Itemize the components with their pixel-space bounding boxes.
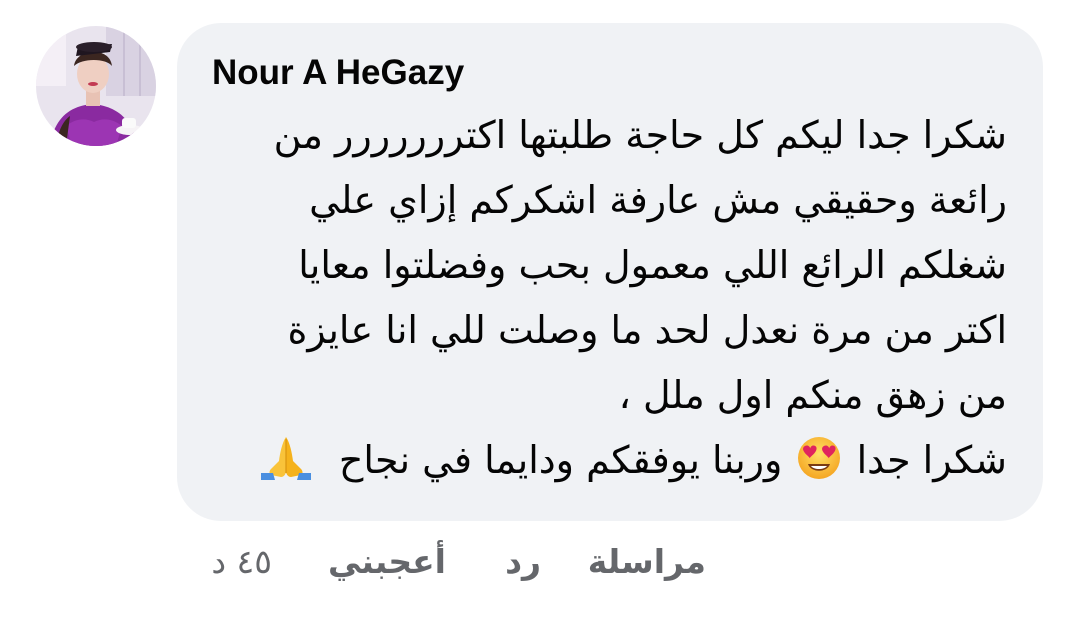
- folded-hands-emoji-icon: [260, 437, 311, 480]
- reply-action-button[interactable]: رد: [505, 542, 541, 581]
- comment-line-segment: شكرا جدا: [856, 438, 1007, 482]
- comment-line: رائعة وحقيقي مش عارفة اشكركم إزاي علي: [309, 178, 1007, 222]
- comment-actions-bar: مراسلة رد أعجبني ٤٥ د: [0, 538, 1080, 598]
- comment-line: من زهق منكم اول ملل ،: [618, 373, 1007, 417]
- message-action-button[interactable]: مراسلة: [588, 542, 706, 581]
- comment-timestamp[interactable]: ٤٥ د: [211, 542, 272, 581]
- comment-bubble: Nour A HeGazy شكرا جدا ليكم كل حاجة طلبت…: [177, 23, 1043, 521]
- comment-line: شكرا جدا ليكم كل حاجة طلبتها اكتررررررر …: [273, 113, 1007, 157]
- comment-line: اكتر من مرة نعدل لحد ما وصلت للي انا عاي…: [287, 308, 1007, 352]
- like-action-button[interactable]: أعجبني: [328, 542, 446, 581]
- author-avatar[interactable]: [36, 26, 156, 146]
- comment-line-segment: وربنا يوفقكم ودايما في نجاح: [338, 438, 783, 482]
- comment-text: شكرا جدا ليكم كل حاجة طلبتها اكتررررررر …: [197, 103, 1007, 493]
- comment-line: شغلكم الرائع اللي معمول بحب وفضلتوا معاي…: [298, 243, 1007, 287]
- profile-photo-icon: [36, 26, 156, 146]
- heart-eyes-emoji-icon: [798, 437, 841, 479]
- comment-author-name[interactable]: Nour A HeGazy: [212, 53, 464, 93]
- comment-last-line: شكرا جدا وربنا يوفقكم ودايما في نجاح: [197, 428, 1007, 493]
